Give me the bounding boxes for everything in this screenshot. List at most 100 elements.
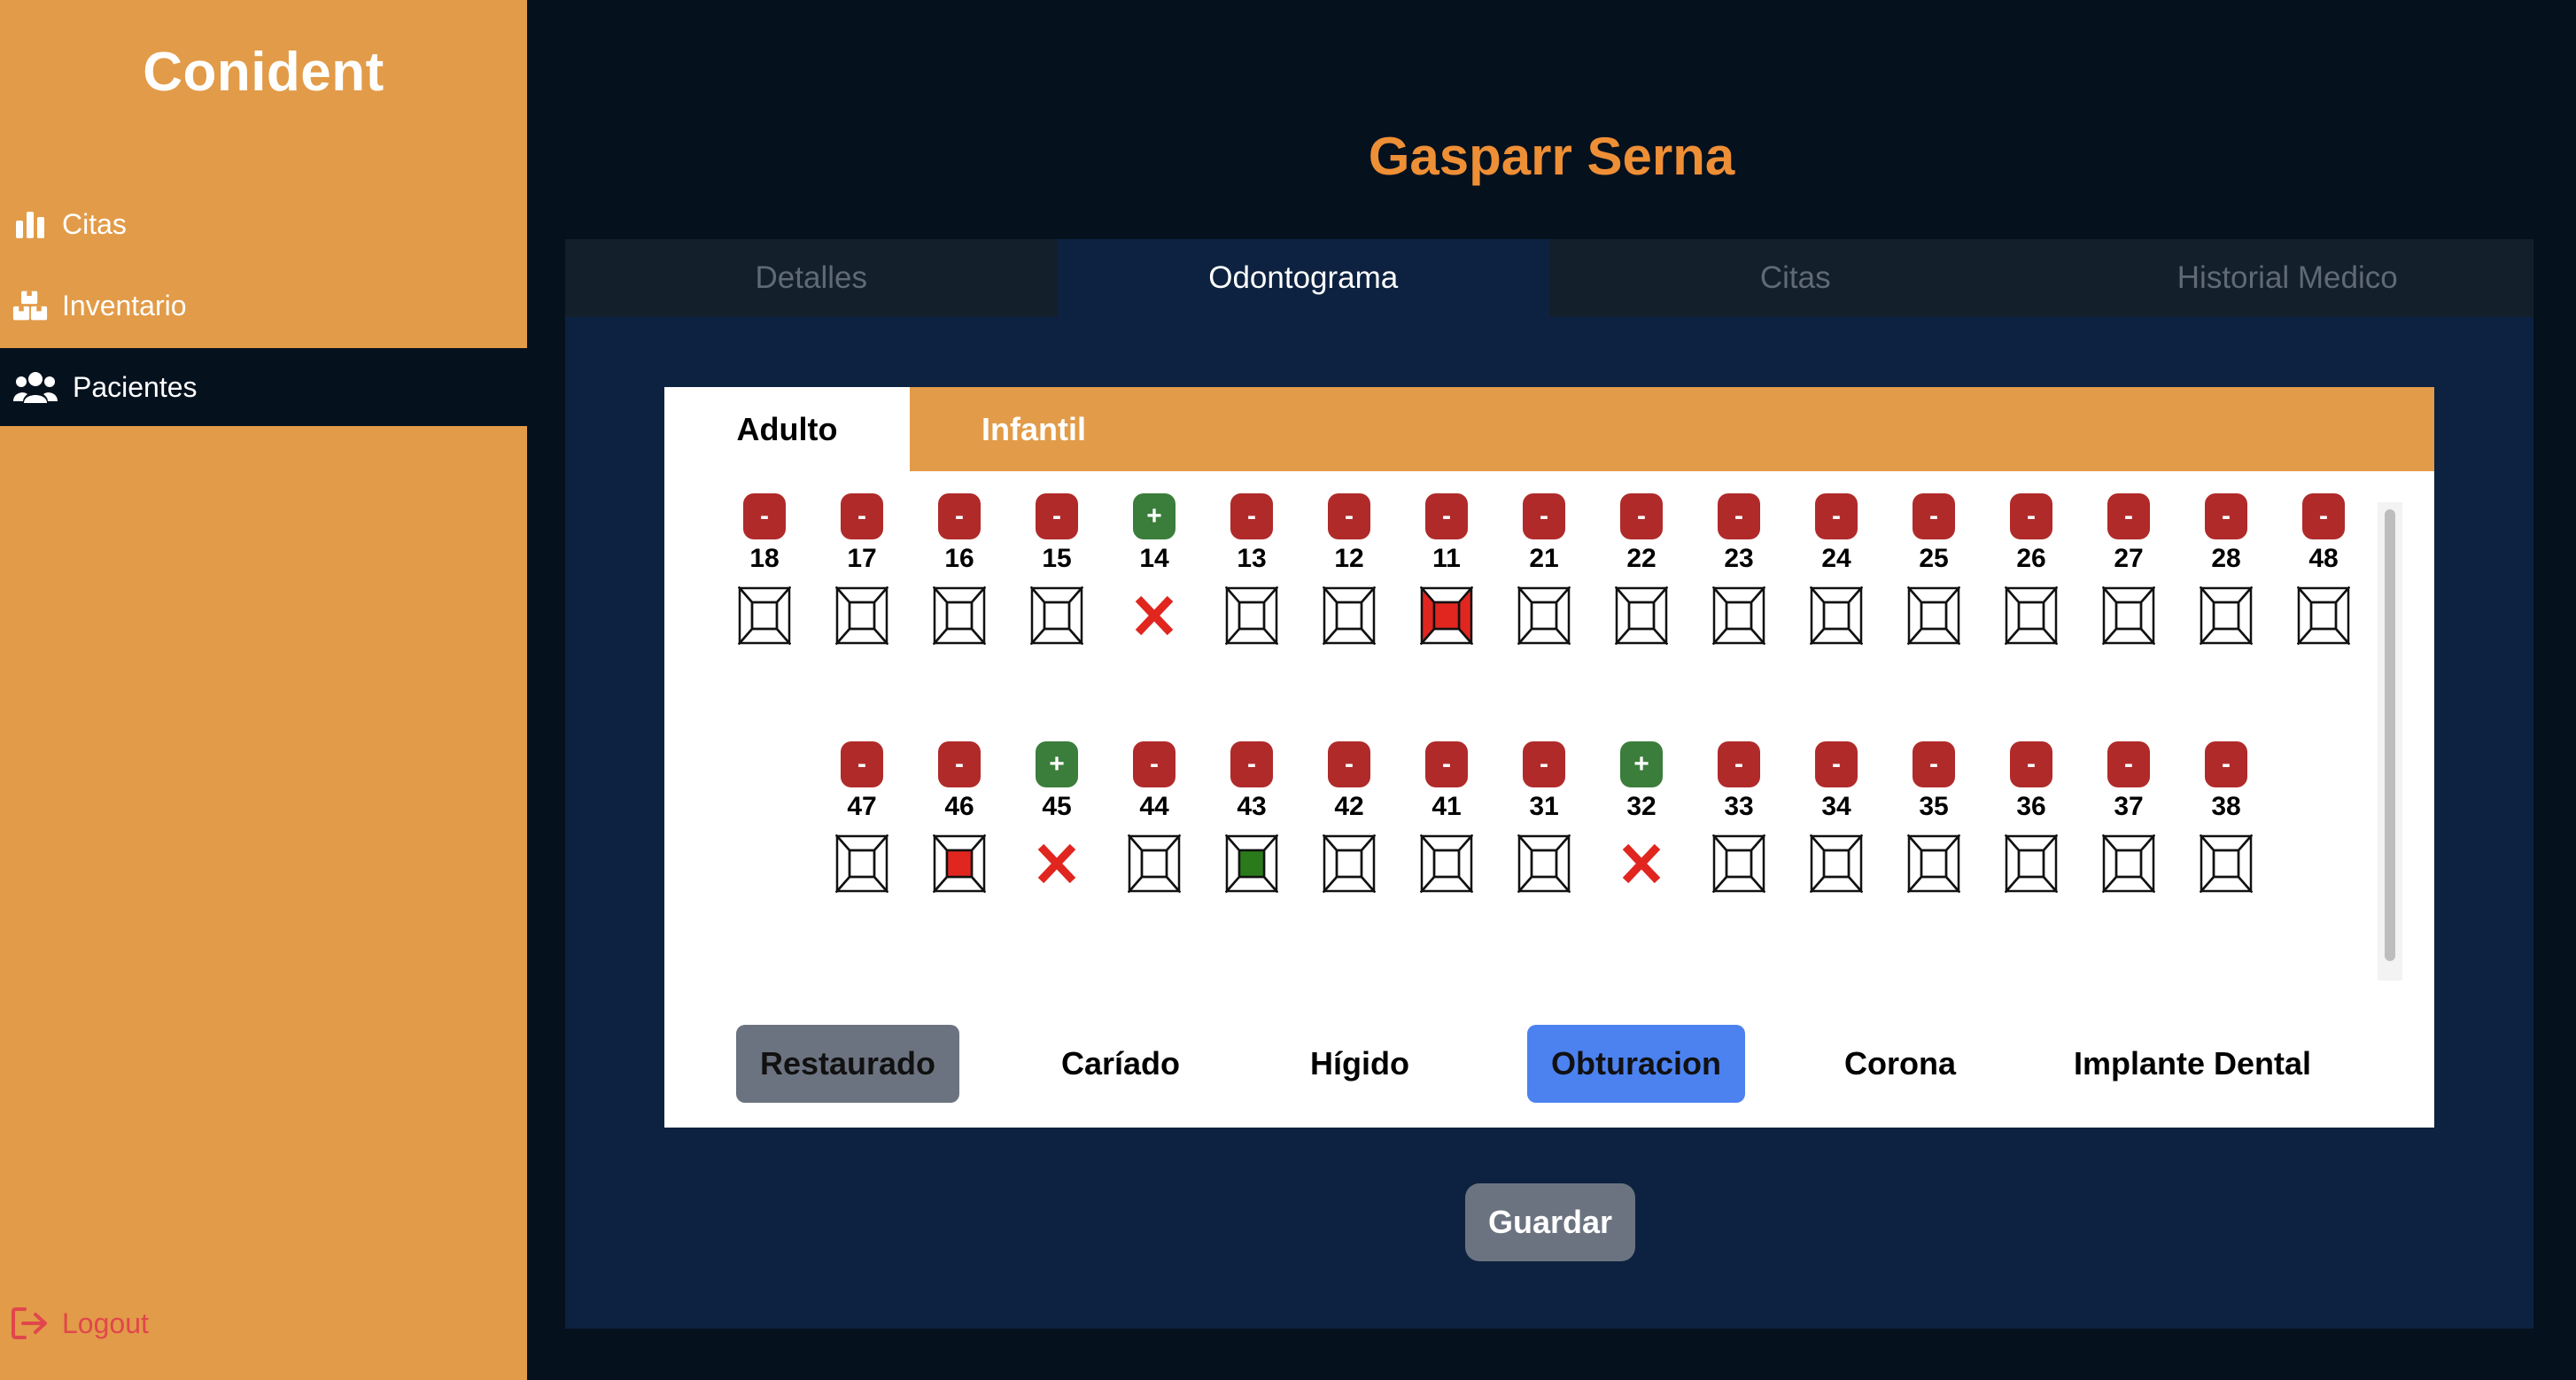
tooth-surface-diagram[interactable] <box>1029 585 1084 647</box>
tooth-surface-diagram[interactable] <box>1322 585 1377 647</box>
remove-tooth-button[interactable]: - <box>1230 493 1273 539</box>
tooth-number: 42 <box>1334 792 1364 821</box>
tooth-surface-diagram[interactable] <box>1906 833 1961 895</box>
tooth-46: - 46 <box>919 719 990 895</box>
tooth-number: 13 <box>1237 544 1267 573</box>
legend-higido[interactable]: Hígido <box>1253 1025 1466 1103</box>
tooth-surface-diagram[interactable] <box>1224 833 1279 895</box>
remove-tooth-button[interactable]: - <box>2010 493 2052 539</box>
remove-tooth-button[interactable]: - <box>1523 741 1565 787</box>
sidebar-item-label: Pacientes <box>73 370 198 403</box>
sidebar-item-citas[interactable]: Citas <box>0 185 527 263</box>
tab-detalles[interactable]: Detalles <box>565 239 1058 317</box>
remove-tooth-button[interactable]: - <box>743 493 786 539</box>
tooth-surface-diagram[interactable] <box>1419 585 1474 647</box>
odontogram-card: Adulto Infantil -18-17-16-15 +14-13-12-11… <box>664 387 2434 1128</box>
tooth-surface-diagram[interactable] <box>834 585 889 647</box>
remove-tooth-button[interactable]: - <box>1425 493 1468 539</box>
tooth-11: - 11 <box>1407 471 1478 647</box>
sidebar-item-pacientes[interactable]: Pacientes <box>0 348 527 426</box>
remove-tooth-button[interactable]: - <box>1620 493 1663 539</box>
remove-tooth-button[interactable]: - <box>2205 741 2247 787</box>
legend-corona[interactable]: Corona <box>1794 1025 2006 1103</box>
add-tooth-button[interactable]: + <box>1036 741 1078 787</box>
save-button[interactable]: Guardar <box>1465 1183 1635 1261</box>
remove-tooth-button[interactable]: - <box>1328 493 1370 539</box>
remove-tooth-button[interactable]: - <box>938 741 981 787</box>
remove-tooth-button[interactable]: - <box>1913 493 1955 539</box>
tooth-surface-diagram[interactable] <box>2101 585 2156 647</box>
remove-tooth-button[interactable]: - <box>1718 741 1760 787</box>
remove-tooth-button[interactable]: - <box>1815 493 1858 539</box>
subtab-infantil[interactable]: Infantil <box>910 387 1158 471</box>
tooth-surface-diagram[interactable] <box>1517 585 1571 647</box>
tooth-surface-diagram[interactable] <box>1517 833 1571 895</box>
logout-button[interactable]: Logout <box>0 1284 149 1362</box>
tooth-surface-diagram[interactable] <box>932 585 987 647</box>
remove-tooth-button[interactable]: - <box>2302 493 2345 539</box>
remove-tooth-button[interactable]: - <box>841 741 883 787</box>
legend-obturacion[interactable]: Obturacion <box>1527 1025 1745 1103</box>
add-tooth-button[interactable]: + <box>1133 493 1175 539</box>
remove-tooth-button[interactable]: - <box>1133 741 1175 787</box>
legend-implante-dental[interactable]: Implante Dental <box>2042 1025 2343 1103</box>
tooth-surface-diagram[interactable] <box>1809 833 1864 895</box>
tab-citas[interactable]: Citas <box>1549 239 2042 317</box>
tooth-18: - 18 <box>725 471 795 647</box>
tooth-surface-diagram[interactable] <box>932 833 987 895</box>
tooth-surface-diagram[interactable] <box>1809 585 1864 647</box>
scrollbar-thumb[interactable] <box>2385 509 2395 961</box>
tooth-surface-diagram[interactable] <box>2199 585 2254 647</box>
tooth-surface-diagram[interactable] <box>1711 833 1766 895</box>
tooth-surface-diagram[interactable] <box>1711 585 1766 647</box>
tooth-surface-diagram[interactable] <box>1419 833 1474 895</box>
legend-cariado[interactable]: Caríado <box>1014 1025 1227 1103</box>
tooth-surface-diagram[interactable] <box>2296 585 2351 647</box>
odontogram-chart: -18-17-16-15 +14-13-12-11-21-22-23-24-25-… <box>664 471 2434 1003</box>
subtab-adulto[interactable]: Adulto <box>664 387 910 471</box>
remove-tooth-button[interactable]: - <box>1523 493 1565 539</box>
missing-tooth-icon[interactable] <box>1128 586 1181 645</box>
tooth-38: - 38 <box>2186 719 2257 895</box>
tooth-surface-diagram[interactable] <box>737 585 792 647</box>
remove-tooth-button[interactable]: - <box>2107 493 2150 539</box>
remove-tooth-button[interactable]: - <box>1036 493 1078 539</box>
remove-tooth-button[interactable]: - <box>1425 741 1468 787</box>
remove-tooth-button[interactable]: - <box>938 493 981 539</box>
odontogram-scrollbar[interactable] <box>2378 502 2402 981</box>
tooth-surface-diagram[interactable] <box>834 833 889 895</box>
remove-tooth-button[interactable]: - <box>1913 741 1955 787</box>
tooth-surface-diagram[interactable] <box>1322 833 1377 895</box>
missing-tooth-icon[interactable] <box>1615 834 1668 893</box>
tooth-surface-diagram[interactable] <box>2199 833 2254 895</box>
tooth-surface-diagram[interactable] <box>1224 585 1279 647</box>
tooth-number: 18 <box>749 544 780 573</box>
tooth-surface-diagram[interactable] <box>1127 833 1182 895</box>
remove-tooth-button[interactable]: - <box>1815 741 1858 787</box>
tooth-24: - 24 <box>1796 471 1867 647</box>
remove-tooth-button[interactable]: - <box>841 493 883 539</box>
logout-icon <box>11 1306 50 1341</box>
sidebar-item-inventario[interactable]: Inventario <box>0 267 527 345</box>
add-tooth-button[interactable]: + <box>1620 741 1663 787</box>
remove-tooth-button[interactable]: - <box>2010 741 2052 787</box>
tooth-surface-diagram[interactable] <box>2101 833 2156 895</box>
tab-odontograma[interactable]: Odontograma <box>1057 239 1549 317</box>
missing-tooth-icon[interactable] <box>1030 834 1083 893</box>
remove-tooth-button[interactable]: - <box>1328 741 1370 787</box>
patient-panel: Detalles Odontograma Citas Historial Med… <box>565 239 2533 1329</box>
sidebar-item-label: Citas <box>62 207 127 240</box>
remove-tooth-button[interactable]: - <box>2107 741 2150 787</box>
tooth-surface-diagram[interactable] <box>1906 585 1961 647</box>
tooth-25: - 25 <box>1894 471 1965 647</box>
tooth-surface-diagram[interactable] <box>1614 585 1669 647</box>
remove-tooth-button[interactable]: - <box>1718 493 1760 539</box>
tooth-surface-diagram[interactable] <box>2004 585 2059 647</box>
tab-historial-medico[interactable]: Historial Medico <box>2042 239 2534 317</box>
remove-tooth-button[interactable]: - <box>1230 741 1273 787</box>
tooth-number: 31 <box>1529 792 1559 821</box>
tooth-surface-diagram[interactable] <box>2004 833 2059 895</box>
legend-restaurado[interactable]: Restaurado <box>736 1025 959 1103</box>
tooth-number: 45 <box>1042 792 1072 821</box>
remove-tooth-button[interactable]: - <box>2205 493 2247 539</box>
